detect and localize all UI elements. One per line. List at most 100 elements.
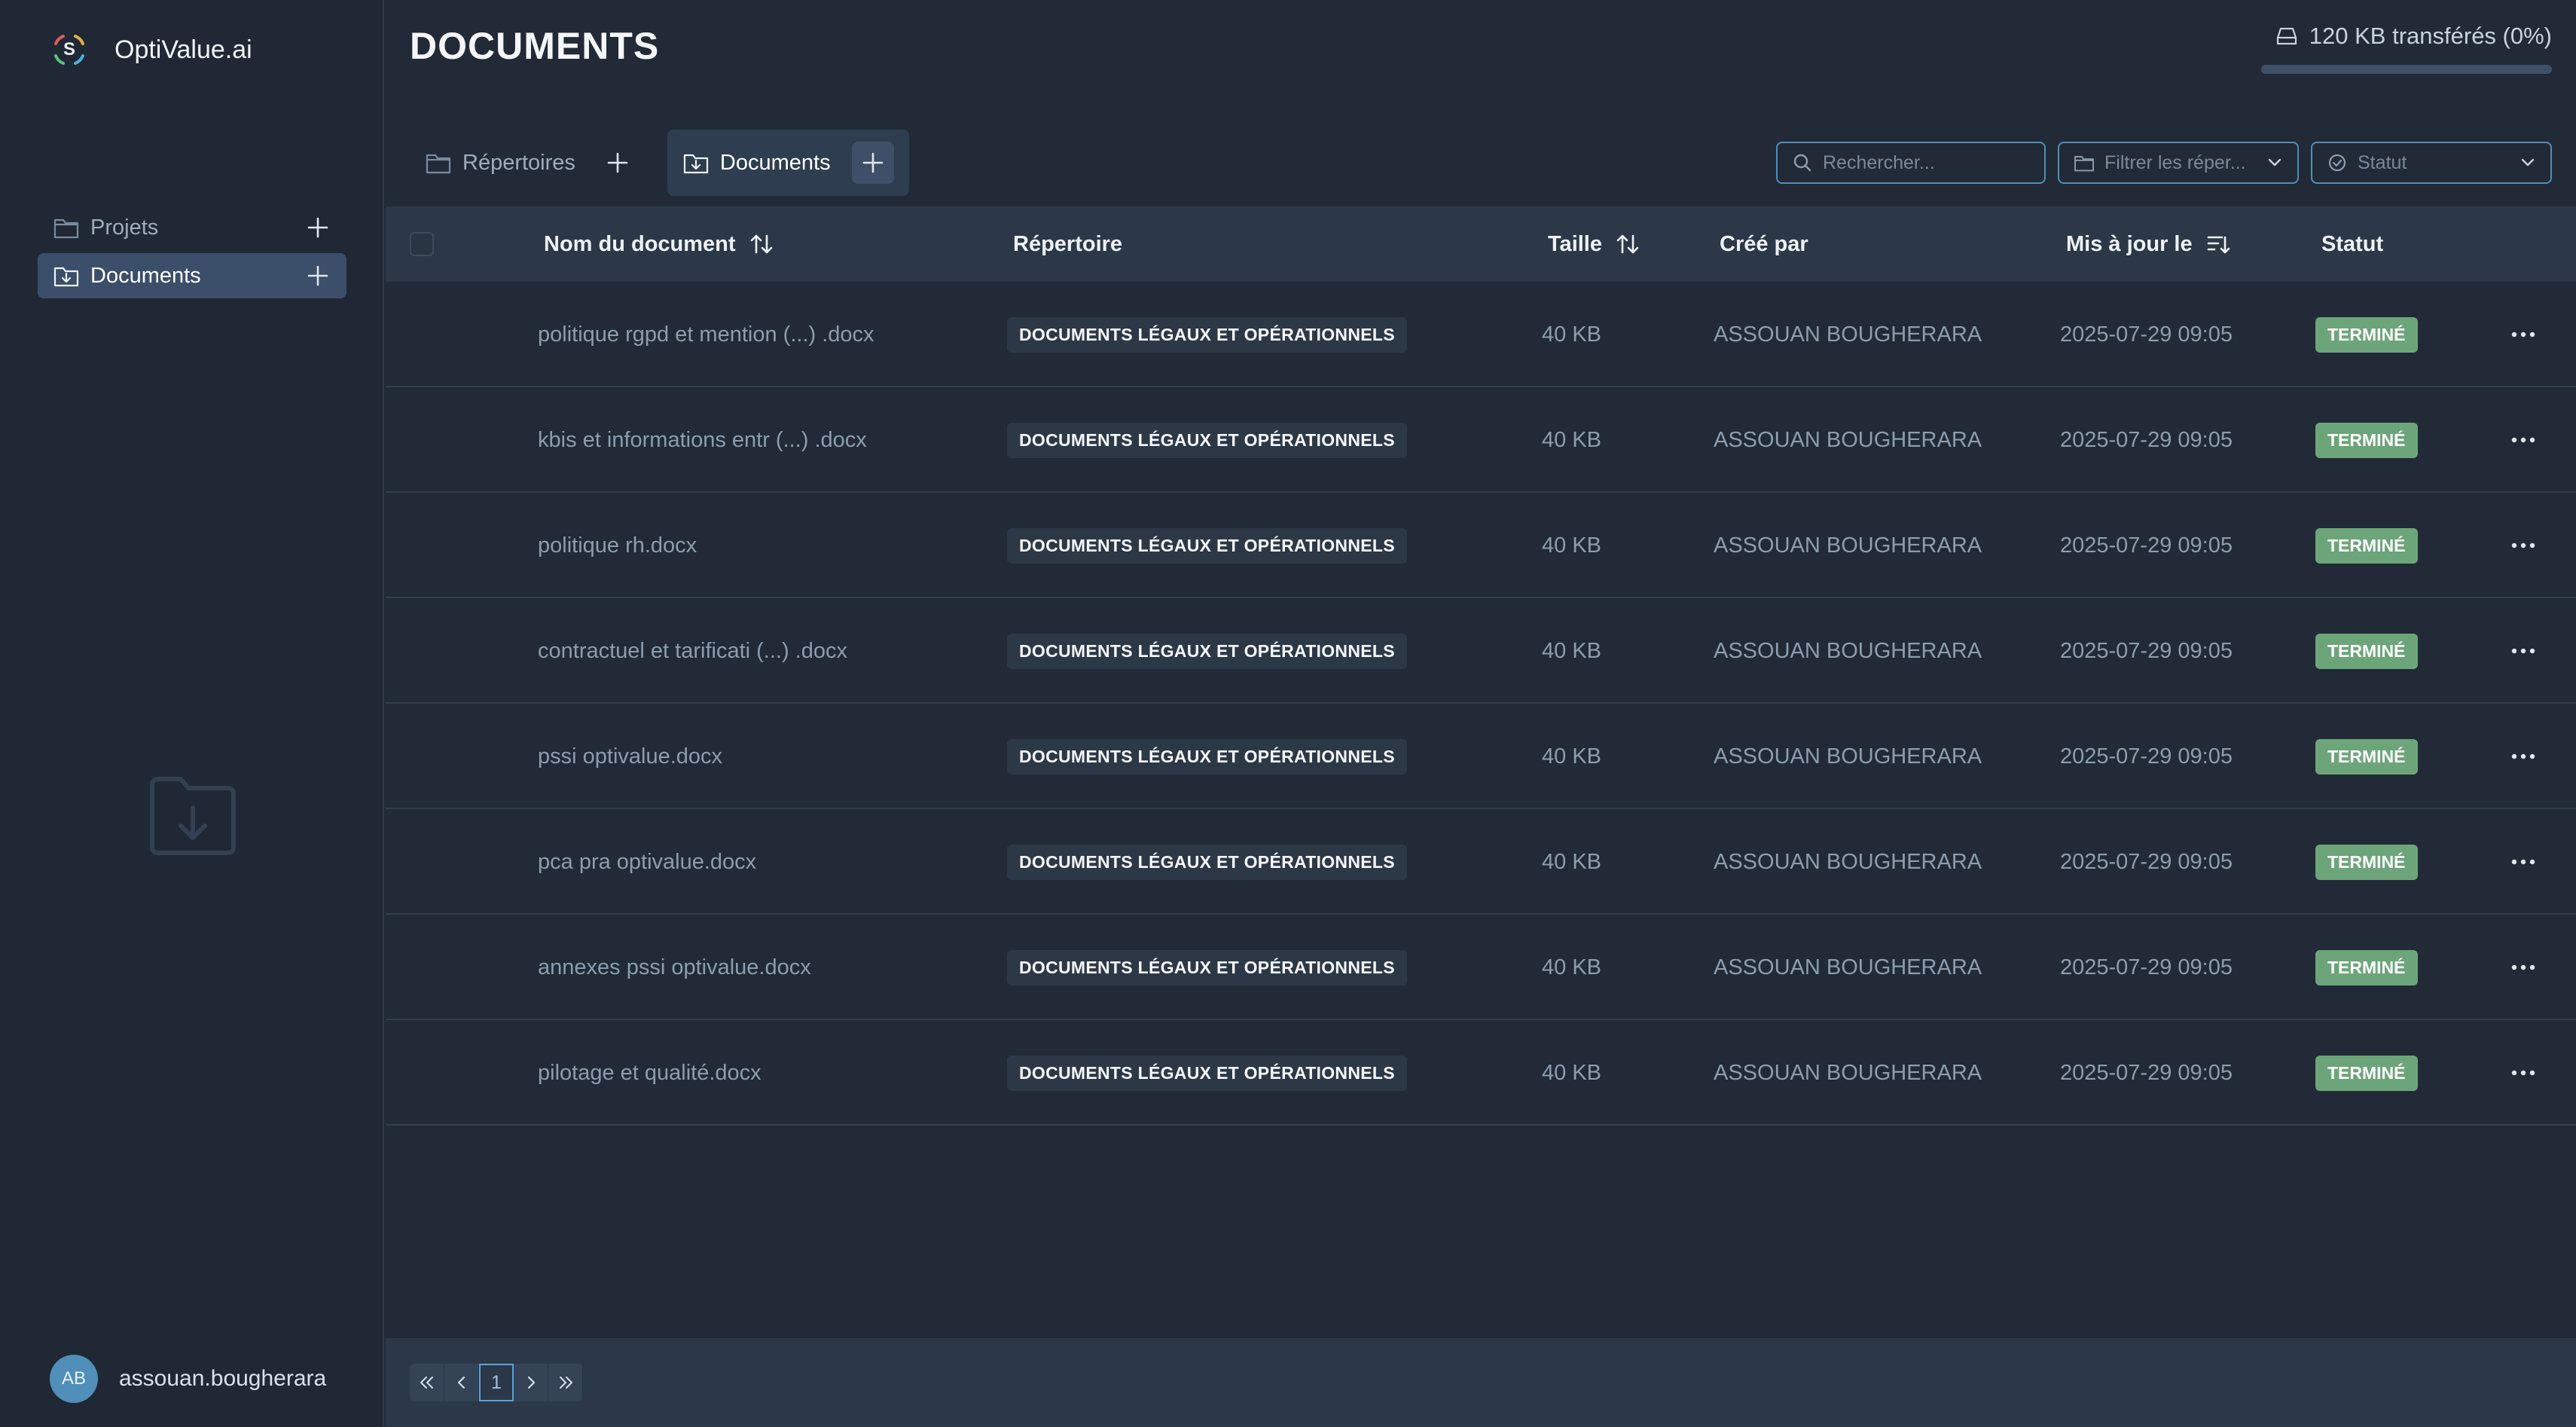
directory-cell: DOCUMENTS LÉGAUX ET OPÉRATIONNELS: [1007, 493, 1407, 598]
folder-download-icon: [148, 775, 238, 857]
directory-badge: DOCUMENTS LÉGAUX ET OPÉRATIONNELS: [1007, 527, 1407, 564]
first-page-button[interactable]: [410, 1364, 444, 1401]
size-cell: 40 KB: [1542, 533, 1601, 558]
more-options-icon[interactable]: [2508, 636, 2538, 666]
directory-filter-select[interactable]: Filtrer les réper...: [2058, 142, 2299, 184]
status-badge: TERMINÉ: [2315, 633, 2418, 669]
column-header-label: Taille: [1548, 231, 1602, 256]
document-name[interactable]: pca pra optivalue.docx: [538, 809, 756, 915]
tab-documents[interactable]: Documents: [667, 130, 909, 209]
sort-icon[interactable]: [748, 231, 775, 258]
search-placeholder: Rechercher...: [1823, 151, 1935, 173]
updated-cell: 2025-07-29 09:05: [2060, 322, 2233, 347]
next-page-button[interactable]: [514, 1364, 548, 1401]
status-cell: TERMINÉ: [2315, 704, 2418, 809]
sort-descending-icon[interactable]: [2205, 231, 2232, 258]
created-by-cell: ASSOUAN BOUGHERARA: [1714, 849, 1982, 874]
tab-bar: Répertoires Documents: [410, 130, 923, 209]
column-header-size[interactable]: Taille: [1548, 206, 1641, 282]
add-document-icon[interactable]: [304, 262, 331, 289]
directory-cell: DOCUMENTS LÉGAUX ET OPÉRATIONNELS: [1007, 282, 1407, 387]
status-filter-select[interactable]: Statut: [2311, 142, 2552, 184]
size-cell: 40 KB: [1542, 849, 1601, 874]
user-profile[interactable]: AB assouan.bougherara: [50, 1355, 326, 1403]
sidebar-nav: Projets Documents: [38, 205, 346, 301]
tab-repertoires[interactable]: Répertoires: [410, 130, 654, 196]
sidebar: S OptiValue.ai Projets Documents AB asso…: [0, 0, 384, 1427]
table-row[interactable]: politique rh.docx DOCUMENTS LÉGAUX ET OPÉ…: [386, 493, 2576, 598]
add-project-icon[interactable]: [304, 214, 331, 241]
directory-filter-placeholder: Filtrer les réper...: [2104, 151, 2246, 173]
table-row[interactable]: pilotage et qualité.docx DOCUMENTS LÉGAUX…: [386, 1020, 2576, 1126]
column-header-label: Nom du document: [544, 231, 736, 256]
table-row[interactable]: politique rgpd et mention (...) .docx DOC…: [386, 282, 2576, 387]
pagination: 1: [410, 1364, 583, 1401]
transfer-status: 120 KB transférés (0%): [2261, 21, 2552, 74]
created-by-cell: ASSOUAN BOUGHERARA: [1714, 744, 1982, 769]
updated-cell: 2025-07-29 09:05: [2060, 1060, 2233, 1085]
column-header-created-by: Créé par: [1720, 206, 1808, 282]
document-name[interactable]: annexes pssi optivalue.docx: [538, 915, 811, 1020]
more-options-icon[interactable]: [2508, 530, 2538, 561]
status-cell: TERMINÉ: [2315, 1020, 2418, 1126]
table-row[interactable]: kbis et informations entr (...) .docx DOC…: [386, 387, 2576, 493]
directory-badge: DOCUMENTS LÉGAUX ET OPÉRATIONNELS: [1007, 949, 1407, 985]
more-options-icon[interactable]: [2508, 847, 2538, 877]
status-cell: TERMINÉ: [2315, 493, 2418, 598]
more-options-icon[interactable]: [2508, 319, 2538, 350]
select-all-checkbox[interactable]: [410, 232, 434, 256]
status-badge: TERMINÉ: [2315, 527, 2418, 564]
search-icon: [1791, 151, 1814, 174]
status-badge: TERMINÉ: [2315, 422, 2418, 458]
sidebar-item-projets[interactable]: Projets: [38, 205, 346, 250]
updated-cell: 2025-07-29 09:05: [2060, 849, 2233, 874]
search-input[interactable]: Rechercher...: [1776, 142, 2046, 184]
table-row[interactable]: annexes pssi optivalue.docx DOCUMENTS LÉG…: [386, 915, 2576, 1020]
updated-cell: 2025-07-29 09:05: [2060, 955, 2233, 979]
directory-cell: DOCUMENTS LÉGAUX ET OPÉRATIONNELS: [1007, 387, 1407, 493]
document-name[interactable]: politique rgpd et mention (...) .docx: [538, 282, 874, 387]
updated-cell: 2025-07-29 09:05: [2060, 533, 2233, 558]
user-name: assouan.bougherara: [119, 1366, 327, 1391]
created-by-cell: ASSOUAN BOUGHERARA: [1714, 427, 1982, 452]
page-title: DOCUMENTS: [410, 25, 660, 67]
chevron-down-icon: [2266, 154, 2284, 172]
document-name[interactable]: pssi optivalue.docx: [538, 704, 722, 809]
main-content: DOCUMENTS 120 KB transférés (0%) Réperto…: [386, 0, 2576, 1427]
directory-badge: DOCUMENTS LÉGAUX ET OPÉRATIONNELS: [1007, 1055, 1407, 1091]
more-options-icon[interactable]: [2508, 425, 2538, 455]
brand-logo: S: [50, 30, 89, 69]
size-cell: 40 KB: [1542, 744, 1601, 769]
status-badge: TERMINÉ: [2315, 1055, 2418, 1091]
directory-badge: DOCUMENTS LÉGAUX ET OPÉRATIONNELS: [1007, 422, 1407, 458]
more-options-icon[interactable]: [2508, 1058, 2538, 1088]
avatar: AB: [50, 1355, 98, 1403]
directory-badge: DOCUMENTS LÉGAUX ET OPÉRATIONNELS: [1007, 633, 1407, 669]
document-name[interactable]: politique rh.docx: [538, 493, 697, 598]
status-filter-placeholder: Statut: [2358, 151, 2407, 173]
column-header-name[interactable]: Nom du document: [544, 206, 775, 282]
document-name[interactable]: pilotage et qualité.docx: [538, 1020, 762, 1126]
table-footer: 1: [386, 1338, 2576, 1427]
page-number-button[interactable]: 1: [479, 1364, 514, 1401]
add-document-button[interactable]: [851, 142, 894, 184]
previous-page-button[interactable]: [444, 1364, 479, 1401]
more-options-icon[interactable]: [2508, 741, 2538, 772]
folder-icon: [2073, 151, 2095, 174]
created-by-cell: ASSOUAN BOUGHERARA: [1714, 638, 1982, 663]
document-name[interactable]: kbis et informations entr (...) .docx: [538, 387, 867, 493]
table-row[interactable]: contractuel et tarificati (...) .docx DOC…: [386, 598, 2576, 704]
column-header-updated[interactable]: Mis à jour le: [2066, 206, 2232, 282]
sort-icon[interactable]: [1614, 231, 1641, 258]
sidebar-item-documents[interactable]: Documents: [38, 253, 346, 298]
more-options-icon[interactable]: [2508, 952, 2538, 982]
add-repertoire-button[interactable]: [597, 142, 639, 184]
drive-icon: [2275, 24, 2299, 48]
table-row[interactable]: pssi optivalue.docx DOCUMENTS LÉGAUX ET O…: [386, 704, 2576, 809]
updated-cell: 2025-07-29 09:05: [2060, 638, 2233, 663]
transfer-text: 120 KB transférés (0%): [2309, 23, 2552, 49]
brand[interactable]: S OptiValue.ai: [50, 27, 252, 72]
document-name[interactable]: contractuel et tarificati (...) .docx: [538, 598, 847, 704]
last-page-button[interactable]: [548, 1364, 583, 1401]
table-row[interactable]: pca pra optivalue.docx DOCUMENTS LÉGAUX E…: [386, 809, 2576, 915]
